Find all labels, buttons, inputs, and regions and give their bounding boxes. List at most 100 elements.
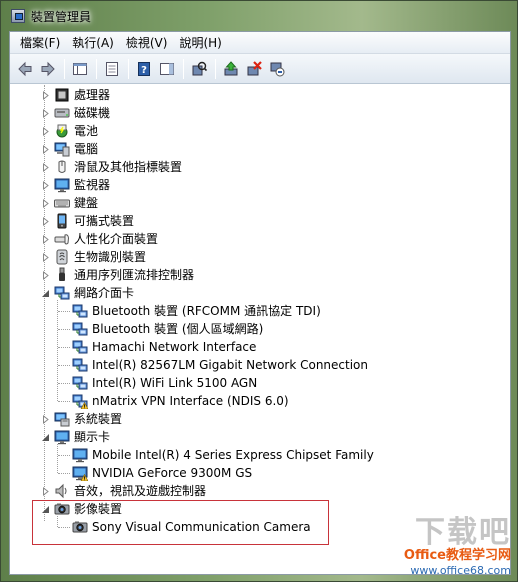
tree-category-label: 磁碟機: [74, 106, 111, 120]
tree-category[interactable]: 顯示卡: [40, 428, 110, 446]
tree-category-label: 通用序列匯流排控制器: [74, 268, 195, 282]
tree-device-label: Bluetooth 裝置 (個人區域網路): [92, 322, 264, 336]
tree-category-label: 系統裝置: [74, 412, 123, 426]
network-adapter-icon: [72, 321, 88, 337]
disable-device-icon: [269, 61, 285, 77]
battery-icon: [54, 123, 70, 139]
expand-arrow-icon[interactable]: [40, 162, 50, 172]
menu-view[interactable]: 檢視(V): [120, 33, 174, 53]
tree-category-label: 網路介面卡: [74, 286, 135, 300]
expand-arrow-icon[interactable]: [40, 144, 50, 154]
forward-arrow-icon: [40, 61, 56, 77]
tree-device-item[interactable]: Bluetooth 裝置 (RFCOMM 通訊協定 TDI): [58, 302, 321, 320]
tree-category[interactable]: 電腦: [40, 140, 98, 158]
display-adapter-warning-icon: [72, 465, 89, 482]
action-pane-button[interactable]: [156, 58, 178, 80]
tree-category[interactable]: 處理器: [40, 86, 110, 104]
imaging-device-highlight: [32, 500, 329, 545]
scan-hardware-button[interactable]: [188, 58, 210, 80]
tree-device-item[interactable]: Intel(R) WiFi Link 5100 AGN: [58, 374, 258, 392]
tree-device-item[interactable]: Mobile Intel(R) 4 Series Express Chipset…: [58, 446, 374, 464]
tree-category-label: 可攜式裝置: [74, 214, 135, 228]
tree-device-item[interactable]: Hamachi Network Interface: [58, 338, 257, 356]
processor-icon: [54, 87, 70, 103]
update-driver-button[interactable]: [220, 58, 242, 80]
expand-arrow-icon[interactable]: [40, 90, 50, 100]
computer-icon: [54, 141, 70, 157]
expand-arrow-icon[interactable]: [40, 126, 50, 136]
collapse-arrow-icon[interactable]: [40, 432, 50, 442]
console-tree-button[interactable]: [69, 58, 91, 80]
tree-branch-line: [58, 383, 70, 384]
tree-device-item[interactable]: NVIDIA GeForce 9300M GS: [58, 464, 252, 482]
tree-category[interactable]: 系統裝置: [40, 410, 122, 428]
expand-arrow-icon[interactable]: [40, 216, 50, 226]
tree-branch-line: [58, 347, 70, 348]
tree-category[interactable]: 音效，視訊及遊戲控制器: [40, 482, 206, 500]
tree-category[interactable]: 滑鼠及其他指標裝置: [40, 158, 182, 176]
device-manager-window: 裝置管理員 檔案(F) 執行(A) 檢視(V) 說明(H) ? 處理器磁碟機電池…: [0, 0, 518, 582]
tree-branch-line: [58, 365, 70, 366]
tree-category-label: 顯示卡: [74, 430, 111, 444]
menu-file[interactable]: 檔案(F): [14, 33, 66, 53]
collapse-arrow-icon[interactable]: [40, 288, 50, 298]
tree-device-item[interactable]: Bluetooth 裝置 (個人區域網路): [58, 320, 264, 338]
mouse-icon: [54, 159, 70, 175]
tree-device-item[interactable]: nMatrix VPN Interface (NDIS 6.0): [58, 392, 289, 410]
expand-arrow-icon[interactable]: [40, 108, 50, 118]
tree-device-item[interactable]: Intel(R) 82567LM Gigabit Network Connect…: [58, 356, 368, 374]
uninstall-button[interactable]: [243, 58, 265, 80]
system-device-icon: [54, 411, 70, 427]
biometric-icon: [54, 249, 70, 265]
tree-connector-line: [57, 300, 58, 401]
properties-button[interactable]: [101, 58, 123, 80]
tree-device-label: Intel(R) WiFi Link 5100 AGN: [92, 376, 258, 390]
expand-arrow-icon[interactable]: [40, 234, 50, 244]
expand-arrow-icon[interactable]: [40, 252, 50, 262]
client-area: 檔案(F) 執行(A) 檢視(V) 說明(H) ? 處理器磁碟機電池電腦滑鼠及其…: [9, 31, 511, 575]
network-adapter-icon: [54, 285, 70, 301]
svg-text:?: ?: [141, 65, 147, 76]
network-adapter-icon: [72, 375, 88, 391]
sound-icon: [54, 483, 70, 499]
forward-arrow-button[interactable]: [37, 58, 59, 80]
tree-category-label: 電腦: [74, 142, 99, 156]
tree-category[interactable]: 可攜式裝置: [40, 212, 134, 230]
help-icon: ?: [136, 61, 152, 77]
title-bar[interactable]: 裝置管理員: [1, 1, 517, 31]
disable-device-button[interactable]: [266, 58, 288, 80]
tree-category[interactable]: 通用序列匯流排控制器: [40, 266, 194, 284]
network-adapter-icon: [72, 339, 88, 355]
action-pane-icon: [159, 61, 175, 77]
help-button[interactable]: ?: [133, 58, 155, 80]
tree-category-label: 音效，視訊及遊戲控制器: [74, 484, 207, 498]
back-arrow-button[interactable]: [14, 58, 36, 80]
tree-device-label: Intel(R) 82567LM Gigabit Network Connect…: [92, 358, 368, 372]
toolbar-separator: [128, 58, 129, 79]
usb-icon: [54, 267, 70, 283]
menu-help[interactable]: 說明(H): [173, 33, 227, 53]
display-adapter-icon: [72, 447, 88, 463]
expand-arrow-icon[interactable]: [40, 270, 50, 280]
tree-device-label: Bluetooth 裝置 (RFCOMM 通訊協定 TDI): [92, 304, 321, 318]
keyboard-icon: [54, 195, 70, 211]
properties-icon: [104, 61, 120, 77]
tree-category[interactable]: 監視器: [40, 176, 110, 194]
toolbar-separator: [183, 58, 184, 79]
menu-bar: 檔案(F) 執行(A) 檢視(V) 說明(H): [10, 32, 510, 54]
tree-category[interactable]: 網路介面卡: [40, 284, 134, 302]
tree-category-label: 鍵盤: [74, 196, 99, 210]
tree-category[interactable]: 電池: [40, 122, 98, 140]
expand-arrow-icon[interactable]: [40, 180, 50, 190]
tree-category[interactable]: 磁碟機: [40, 104, 110, 122]
expand-arrow-icon[interactable]: [40, 198, 50, 208]
expand-arrow-icon[interactable]: [40, 486, 50, 496]
tree-category[interactable]: 鍵盤: [40, 194, 98, 212]
expand-arrow-icon[interactable]: [40, 414, 50, 424]
tree-category[interactable]: 人性化介面裝置: [40, 230, 158, 248]
tree-device-label: Hamachi Network Interface: [92, 340, 257, 354]
toolbar: ?: [10, 54, 510, 84]
menu-action[interactable]: 執行(A): [66, 33, 120, 53]
tree-category-label: 監視器: [74, 178, 111, 192]
tree-category[interactable]: 生物識別裝置: [40, 248, 146, 266]
